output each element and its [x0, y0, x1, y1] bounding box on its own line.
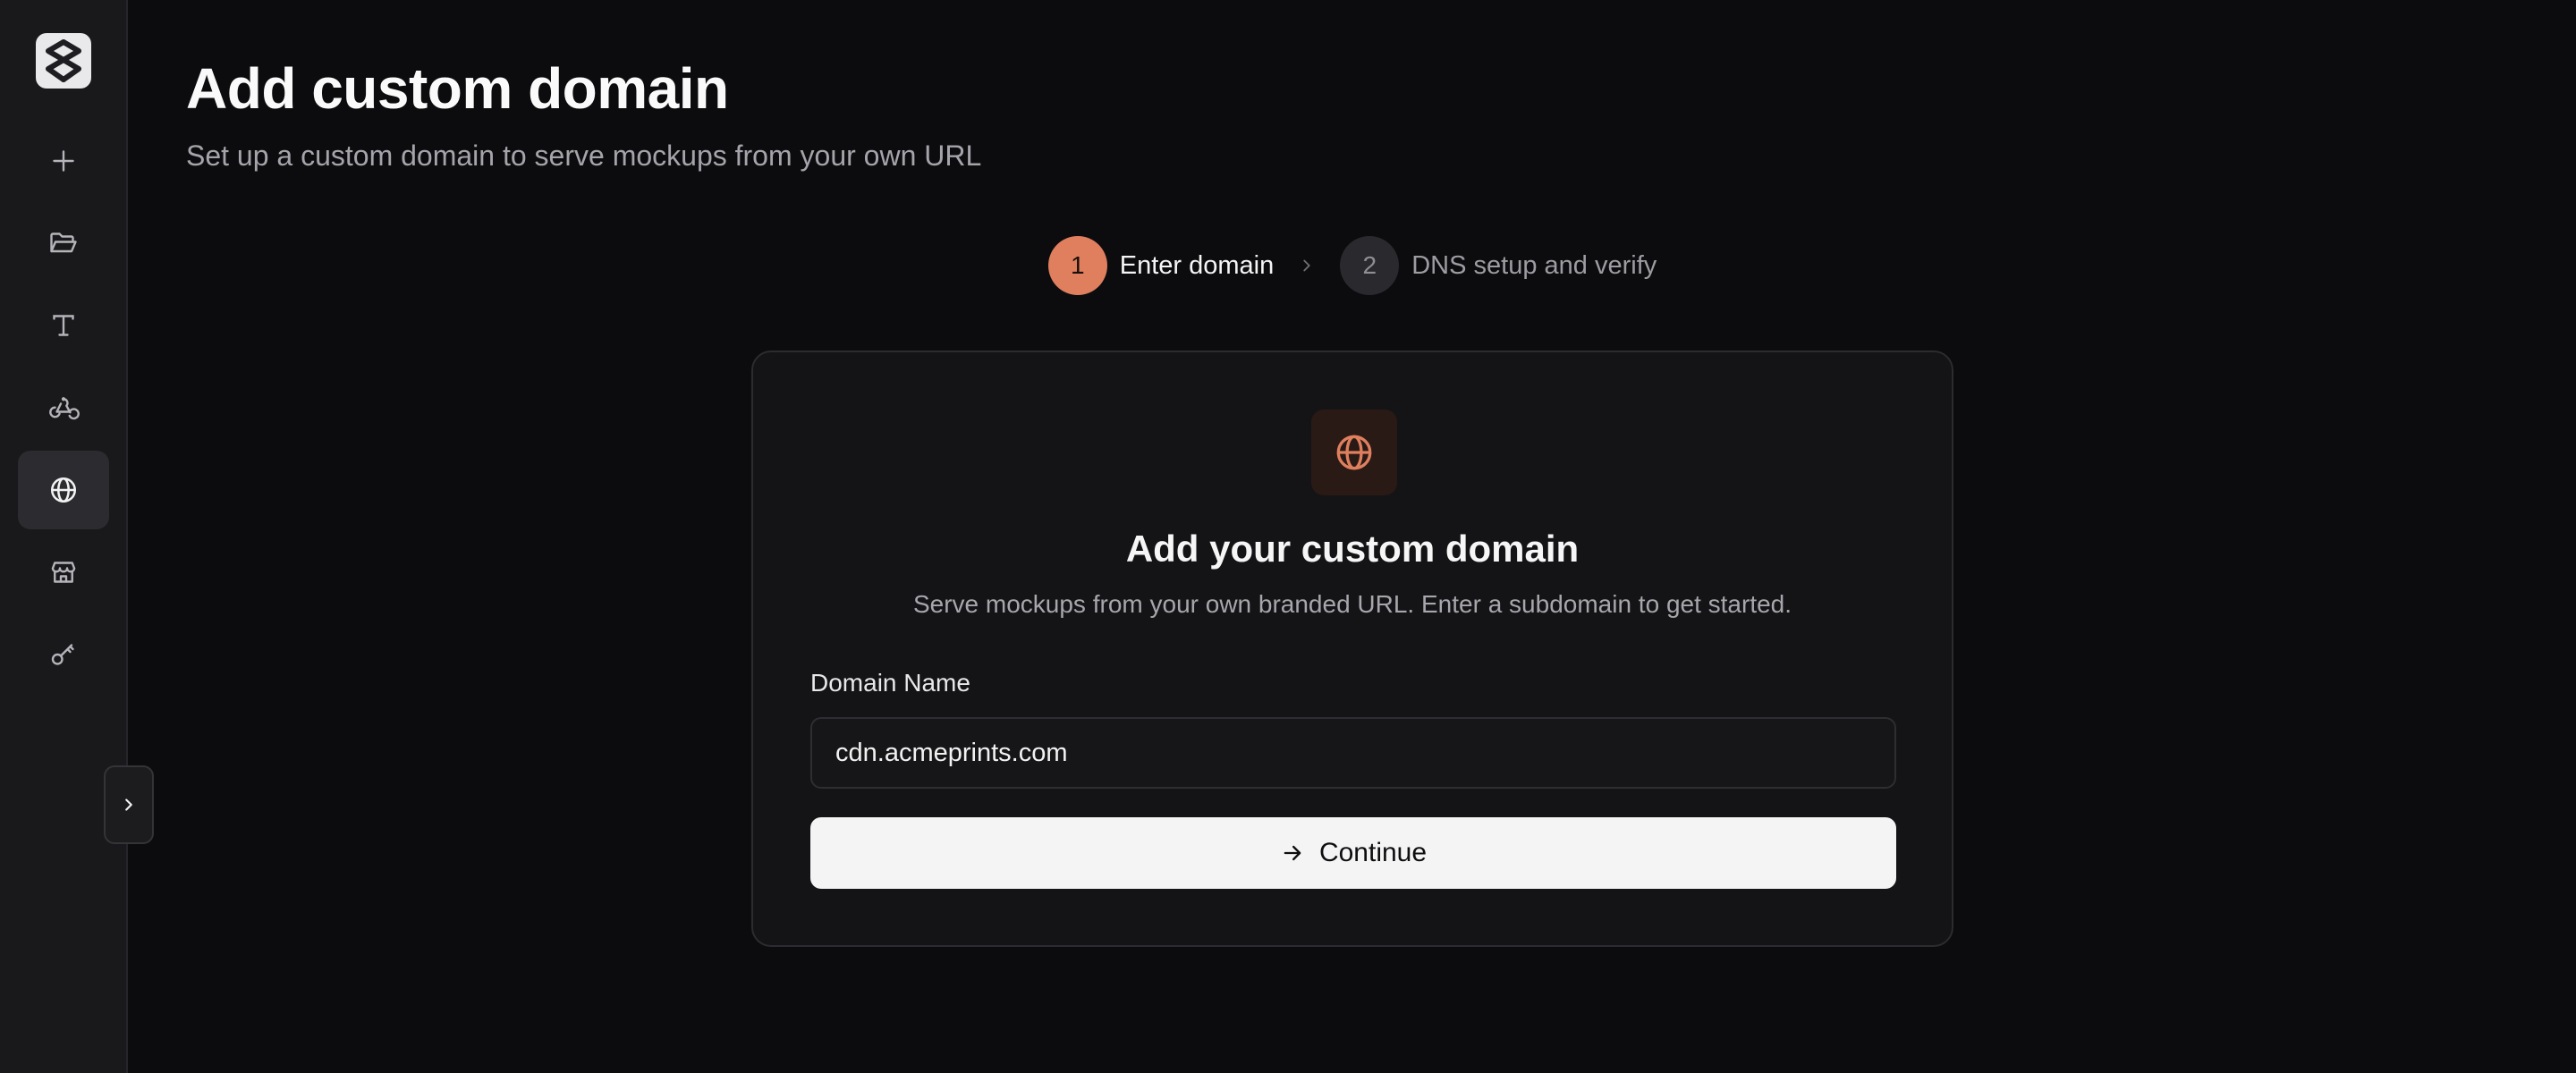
sidebar-item-store[interactable]	[18, 533, 109, 612]
step-dns-setup: 2 DNS setup and verify	[1340, 236, 1657, 295]
globe-icon	[1311, 410, 1397, 495]
sidebar-item-text[interactable]	[18, 286, 109, 365]
step-label: Enter domain	[1119, 250, 1275, 280]
step-enter-domain: 1 Enter domain	[1047, 236, 1275, 295]
domain-name-label: Domain Name	[810, 669, 970, 697]
plus-icon	[53, 150, 74, 172]
page-subtitle: Set up a custom domain to serve mockups …	[186, 139, 982, 172]
step-label: DNS setup and verify	[1411, 250, 1657, 280]
brand-logo-icon[interactable]	[36, 33, 91, 89]
sidebar	[0, 0, 128, 1073]
type-icon	[53, 315, 74, 336]
arrow-right-icon	[1280, 841, 1305, 866]
sidebar-item-webhooks[interactable]	[18, 368, 109, 447]
card-description: Serve mockups from your own branded URL.…	[912, 590, 1792, 618]
chevron-right-icon	[125, 798, 132, 811]
continue-button[interactable]: Continue	[810, 817, 1896, 889]
card-title: Add your custom domain	[1125, 528, 1580, 570]
chevron-right-icon	[1297, 256, 1317, 275]
sidebar-item-domains[interactable]	[18, 451, 109, 529]
key-icon	[51, 644, 74, 665]
continue-button-label: Continue	[1318, 838, 1428, 867]
webhook-icon	[49, 397, 80, 420]
app-root: Add custom domain Set up a custom domain…	[0, 0, 2576, 1073]
page-title: Add custom domain	[186, 56, 729, 121]
sidebar-item-api-keys[interactable]	[18, 615, 109, 694]
step-number: 1	[1047, 236, 1107, 295]
step-number: 2	[1340, 236, 1400, 295]
store-icon	[51, 562, 76, 583]
sidebar-item-new[interactable]	[18, 122, 109, 200]
sidebar-expand-button[interactable]	[104, 765, 154, 844]
domain-name-input[interactable]	[810, 717, 1896, 789]
globe-icon	[50, 477, 77, 503]
stepper: 1 Enter domain 2 DNS setup and verify	[0, 236, 2576, 295]
add-domain-card: Add your custom domain Serve mockups fro…	[751, 351, 1953, 947]
